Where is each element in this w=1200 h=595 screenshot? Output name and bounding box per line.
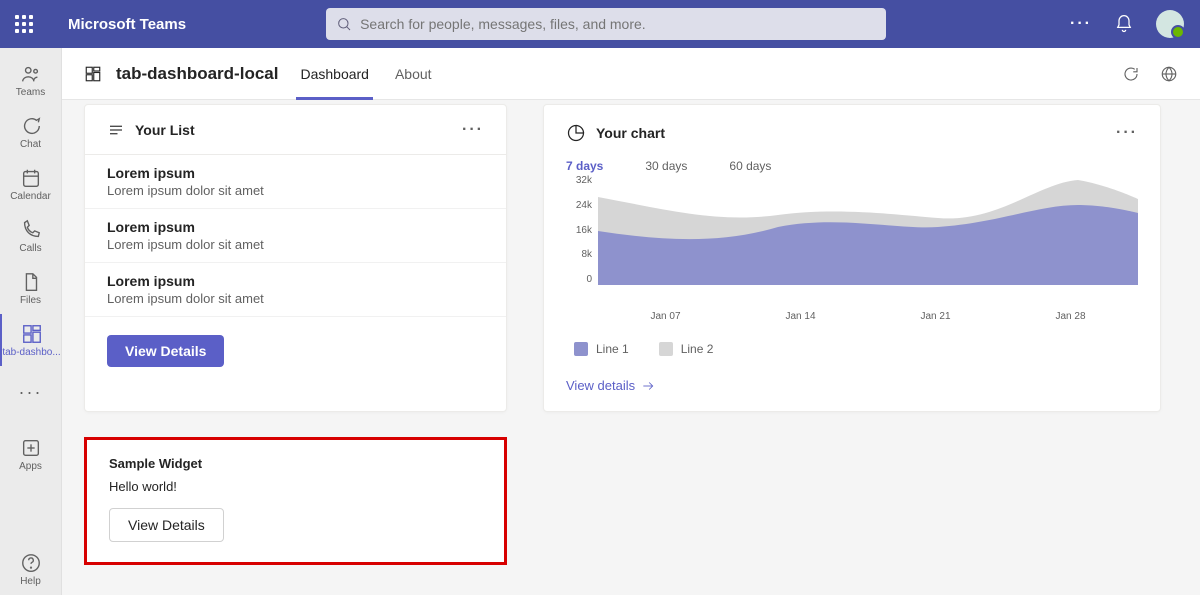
list-item[interactable]: Lorem ipsum Lorem ipsum dolor sit amet	[85, 209, 506, 263]
avatar[interactable]	[1156, 10, 1184, 38]
sample-widget-body: Hello world!	[109, 479, 482, 494]
more-button[interactable]: ···	[1070, 15, 1092, 33]
range-tab-7days[interactable]: 7 days	[566, 159, 603, 173]
page-title: tab-dashboard-local	[116, 64, 278, 84]
your-chart-card: Your chart ··· 7 days 30 days 60 days 32…	[543, 104, 1161, 412]
app-launcher-button[interactable]	[0, 0, 48, 48]
rail-item-teams[interactable]: Teams	[0, 54, 61, 106]
sample-widget: Sample Widget Hello world! View Details	[84, 437, 507, 565]
rail-item-calendar[interactable]: Calendar	[0, 158, 61, 210]
rail-item-files[interactable]: Files	[0, 262, 61, 314]
search-icon	[336, 16, 352, 32]
list-card-more-button[interactable]: ···	[462, 121, 484, 139]
chart-card-title: Your chart	[596, 125, 665, 141]
dashboard-icon	[21, 323, 43, 345]
rail-item-help[interactable]: Help	[0, 543, 61, 595]
help-icon	[20, 552, 42, 574]
chart-x-axis: Jan 07 Jan 14 Jan 21 Jan 28	[598, 311, 1138, 322]
search-box[interactable]	[326, 8, 886, 40]
list-icon	[107, 121, 125, 139]
tab-app-icon	[84, 65, 102, 83]
tab-header: tab-dashboard-local Dashboard About	[62, 48, 1200, 100]
sample-view-details-button[interactable]: View Details	[109, 508, 224, 542]
list-item[interactable]: Lorem ipsum Lorem ipsum dolor sit amet	[85, 263, 506, 317]
list-card-title: Your List	[135, 122, 195, 138]
refresh-icon[interactable]	[1122, 65, 1140, 83]
search-input[interactable]	[360, 16, 876, 32]
rail-item-apps[interactable]: Apps	[0, 428, 61, 480]
view-details-button[interactable]: View Details	[107, 335, 224, 367]
chart-view-details-link[interactable]: View details	[566, 378, 655, 393]
range-tab-60days[interactable]: 60 days	[729, 159, 771, 173]
app-rail: Teams Chat Calendar Calls Files tab-dash…	[0, 48, 62, 595]
notifications-icon[interactable]	[1114, 14, 1134, 34]
calls-icon	[20, 219, 42, 241]
chart-legend: Line 1 Line 2	[574, 342, 1138, 356]
chart-y-axis: 32k 24k 16k 8k 0	[566, 175, 598, 285]
rail-item-more[interactable]: ···	[0, 366, 61, 418]
app-title: Microsoft Teams	[68, 16, 186, 33]
calendar-icon	[20, 167, 42, 189]
chat-icon	[20, 115, 42, 137]
main-area: tab-dashboard-local Dashboard About Your…	[62, 48, 1200, 595]
chart-card-more-button[interactable]: ···	[1116, 124, 1138, 142]
content: Your List ··· Lorem ipsum Lorem ipsum do…	[62, 100, 1200, 595]
tab-dashboard[interactable]: Dashboard	[296, 48, 373, 100]
pie-chart-icon	[566, 123, 586, 143]
waffle-icon	[15, 15, 33, 33]
rail-item-calls[interactable]: Calls	[0, 210, 61, 262]
chart-plot	[598, 175, 1138, 285]
range-tab-30days[interactable]: 30 days	[645, 159, 687, 173]
top-bar: Microsoft Teams ···	[0, 0, 1200, 48]
your-list-card: Your List ··· Lorem ipsum Lorem ipsum do…	[84, 104, 507, 412]
more-icon: ···	[19, 382, 43, 403]
globe-icon[interactable]	[1160, 65, 1178, 83]
files-icon	[20, 271, 42, 293]
arrow-right-icon	[641, 379, 655, 393]
list-item[interactable]: Lorem ipsum Lorem ipsum dolor sit amet	[85, 155, 506, 209]
rail-item-chat[interactable]: Chat	[0, 106, 61, 158]
apps-icon	[20, 437, 42, 459]
tab-about[interactable]: About	[391, 48, 436, 100]
sample-widget-title: Sample Widget	[109, 456, 482, 471]
rail-item-tab-dashboard[interactable]: tab-dashbo...	[0, 314, 61, 366]
teams-icon	[20, 63, 42, 85]
range-tabs: 7 days 30 days 60 days	[566, 159, 1138, 173]
